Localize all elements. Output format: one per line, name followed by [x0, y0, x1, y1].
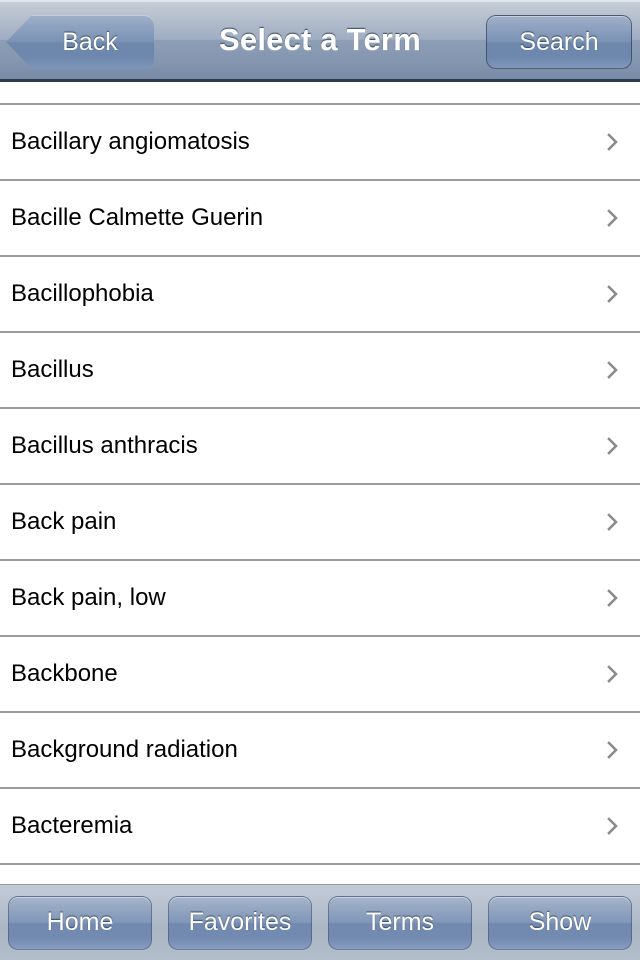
list-item[interactable]: Bacillary angiomatosis: [0, 105, 640, 181]
toolbar-button-home[interactable]: Home: [8, 895, 152, 950]
list-item[interactable]: Back pain, low: [0, 561, 640, 637]
list-item[interactable]: Bacillus: [0, 333, 640, 409]
term-list[interactable]: Bacillary angiomatosis Bacille Calmette G…: [0, 82, 640, 884]
list-item-label: Bacillary angiomatosis: [11, 127, 250, 155]
list-item[interactable]: Bacillophobia: [0, 257, 640, 333]
navigation-bar: Back Select a Term Search: [0, 0, 640, 82]
list-rows-container: Bacillary angiomatosis Bacille Calmette G…: [0, 105, 640, 865]
list-top-partial-row: [0, 82, 640, 105]
list-item[interactable]: Back pain: [0, 485, 640, 561]
bottom-toolbar: Home Favorites Terms Show: [0, 884, 640, 960]
list-item[interactable]: Bacillus anthracis: [0, 409, 640, 485]
search-button[interactable]: Search: [486, 15, 632, 69]
app-screen: Back Select a Term Search Bacillary angi…: [0, 0, 640, 960]
list-item[interactable]: Bacille Calmette Guerin: [0, 181, 640, 257]
toolbar-button-terms[interactable]: Terms: [328, 895, 472, 950]
chevron-right-icon: [606, 741, 620, 759]
chevron-right-icon: [606, 133, 620, 151]
toolbar-buttons-container: Home Favorites Terms Show: [8, 895, 632, 950]
toolbar-button-favorites[interactable]: Favorites: [168, 895, 312, 950]
list-item-label: Background radiation: [11, 735, 238, 763]
list-item-label: Backbone: [11, 659, 118, 687]
chevron-right-icon: [606, 285, 620, 303]
chevron-right-icon: [606, 665, 620, 683]
list-item-label: Bacillus: [11, 355, 94, 383]
chevron-right-icon: [606, 209, 620, 227]
back-button[interactable]: Back: [4, 13, 156, 71]
list-item-label: Bacteremia: [11, 811, 133, 839]
chevron-right-icon: [606, 361, 620, 379]
page-title: Select a Term: [219, 21, 421, 57]
list-item[interactable]: Backbone: [0, 637, 640, 713]
chevron-right-icon: [606, 513, 620, 531]
list-item-label: Bacille Calmette Guerin: [11, 203, 264, 231]
list-item-label: Back pain: [11, 507, 117, 535]
list-item-label: Back pain, low: [11, 583, 166, 611]
chevron-right-icon: [606, 437, 620, 455]
toolbar-button-show[interactable]: Show: [488, 895, 632, 950]
chevron-right-icon: [606, 817, 620, 835]
list-item-label: Bacillophobia: [11, 279, 154, 307]
list-item[interactable]: Bacteremia: [0, 789, 640, 865]
list-item-label: Bacillus anthracis: [11, 431, 198, 459]
list-item[interactable]: Background radiation: [0, 713, 640, 789]
chevron-right-icon: [606, 589, 620, 607]
back-button-label: Back: [62, 27, 118, 56]
